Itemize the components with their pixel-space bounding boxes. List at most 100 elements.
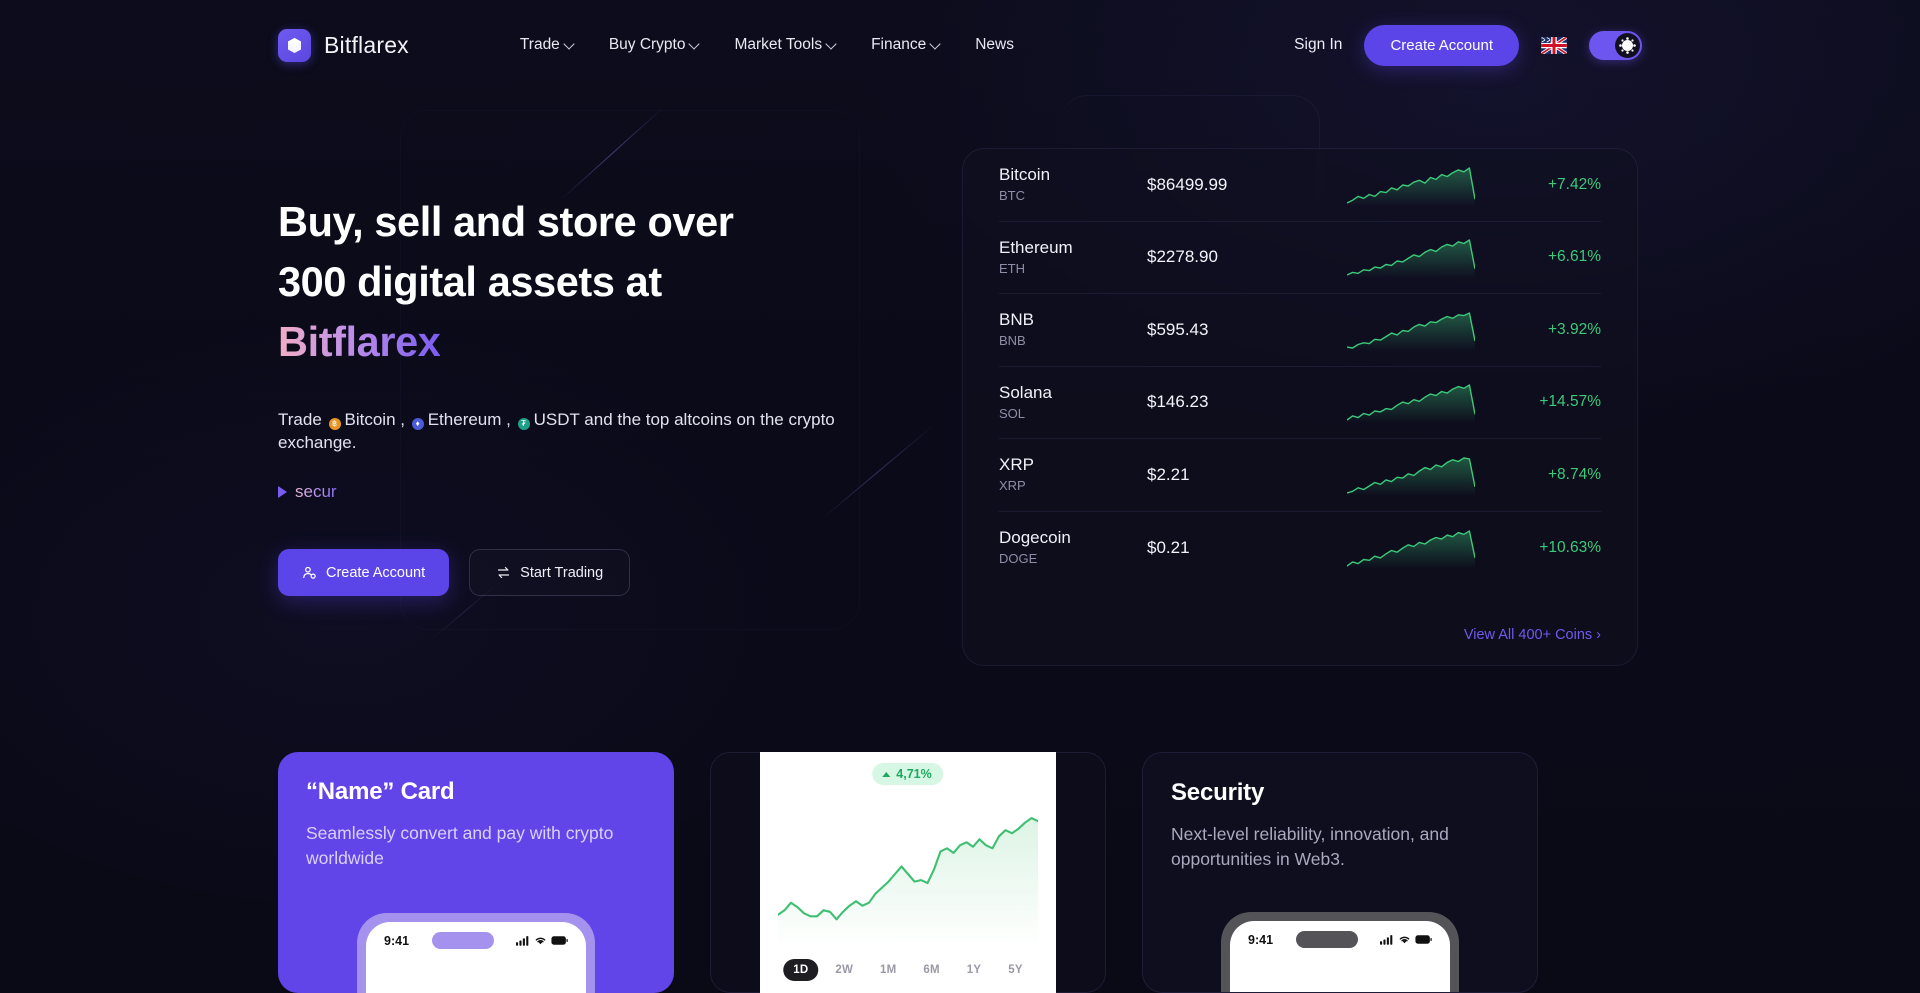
coin-row[interactable]: BNB BNB $595.43 +3.92%	[999, 294, 1601, 367]
site-header: Bitflarex Trade Buy Crypto Market Tools …	[0, 0, 1920, 90]
create-account-button[interactable]: Create Account	[1364, 24, 1519, 66]
coin-row[interactable]: Dogecoin DOGE $0.21 +10.63%	[999, 512, 1601, 585]
coin-sparkline	[1346, 381, 1476, 424]
coin-change: +8.74%	[1547, 465, 1601, 483]
name-card[interactable]: “Name” Card Seamlessly convert and pay w…	[278, 752, 674, 993]
uk-flag-icon[interactable]	[1541, 36, 1567, 54]
coin-identity: BNB BNB	[999, 309, 1147, 350]
hero-title-line2: 300 digital assets at	[278, 258, 662, 305]
phone-notch	[431, 932, 494, 949]
hero-title-line1: Buy, sell and store over	[278, 198, 734, 245]
security-card-desc: Next-level reliability, innovation, and …	[1171, 824, 1449, 869]
coin-price: $0.21	[1147, 537, 1190, 557]
nav-item-market-tools[interactable]: Market Tools	[734, 36, 836, 54]
hero-create-account-button[interactable]: Create Account	[278, 549, 450, 596]
chevron-down-icon	[827, 39, 836, 48]
coin-name: Dogecoin	[999, 528, 1071, 548]
chart-sheet-inner: 4,71% 1D 2W 1M 6M 1Y 5Y	[778, 752, 1038, 993]
header-actions: Sign In Create Account	[1294, 24, 1642, 66]
hero-subtitle: Trade ฿ Bitcoin , ♦ Ethereum , ₮ USDT and t…	[278, 408, 863, 454]
brand-name: Bitflarex	[324, 31, 409, 58]
ethereum-icon: ♦	[411, 418, 424, 430]
coin-identity: XRP XRP	[999, 454, 1147, 495]
hero-sub-sep2: ,	[501, 410, 516, 429]
coin-price: $595.43	[1147, 319, 1209, 339]
coin-row[interactable]: Bitcoin BTC $86499.99 +7.42%	[999, 149, 1601, 222]
coin-name: Ethereum	[999, 237, 1073, 257]
sparkline-chart	[1346, 239, 1476, 279]
chevron-down-icon	[931, 39, 940, 48]
cellular-signal-icon	[516, 936, 529, 946]
phone-status-icons	[516, 935, 568, 946]
secur-label: secur	[295, 482, 337, 501]
play-triangle-icon	[278, 486, 287, 498]
range-pill-6m[interactable]: 6M	[913, 959, 949, 981]
decor-streak-1	[559, 106, 665, 201]
secur-link[interactable]: secur	[278, 482, 337, 502]
start-trading-button[interactable]: Start Trading	[469, 549, 631, 596]
coin-row[interactable]: Ethereum ETH $2278.90 +6.61%	[999, 222, 1601, 294]
nav-label: Trade	[519, 36, 560, 53]
coin-identity: Solana SOL	[999, 382, 1147, 423]
coin-symbol: SOL	[999, 405, 1026, 421]
battery-icon	[1415, 935, 1432, 944]
coin-change: +3.92%	[1547, 320, 1601, 338]
phone-notch	[1295, 931, 1358, 948]
range-pill-5y[interactable]: 5Y	[998, 959, 1032, 981]
nav-label: News	[975, 36, 1014, 53]
cube-icon	[278, 28, 311, 62]
coin-name: BNB	[999, 310, 1034, 330]
chart-range-selector: 1D 2W 1M 6M 1Y 5Y	[783, 959, 1032, 981]
hero-sub-coin-ethereum: Ethereum	[427, 410, 502, 429]
coin-list: Bitcoin BTC $86499.99 +7.42% Ethereum ETH $227…	[999, 149, 1601, 584]
coin-price: $86499.99	[1147, 174, 1228, 194]
coin-price: $146.23	[1147, 392, 1209, 412]
sparkline-chart	[1346, 457, 1476, 496]
nav-item-buy-crypto[interactable]: Buy Crypto	[609, 36, 700, 54]
view-all-coins-link[interactable]: View All 400+ Coins ›	[1464, 627, 1601, 643]
brand-logo[interactable]: Bitflarex	[278, 28, 409, 62]
name-card-desc: Seamlessly convert and pay with crypto w…	[306, 823, 614, 868]
security-card[interactable]: Security Next-level reliability, innovat…	[1142, 752, 1538, 993]
sign-in-link[interactable]: Sign In	[1294, 36, 1342, 54]
nav-item-finance[interactable]: Finance	[871, 36, 940, 54]
bitcoin-icon: ฿	[328, 418, 341, 430]
coin-row[interactable]: XRP XRP $2.21 +8.74%	[999, 439, 1601, 512]
wifi-icon	[535, 937, 546, 945]
nav-label: Buy Crypto	[608, 36, 686, 53]
range-pill-1y[interactable]: 1Y	[957, 959, 991, 981]
hero-title-accent: Bitflarex	[278, 318, 441, 365]
coin-sparkline	[1346, 527, 1476, 569]
coin-sparkline	[1346, 454, 1476, 496]
coin-row[interactable]: Solana SOL $146.23 +14.57%	[999, 367, 1601, 439]
sparkline-chart	[1346, 167, 1476, 206]
coin-identity: Dogecoin DOGE	[999, 527, 1147, 568]
hero-sub-coin-usdt: USDT	[533, 410, 580, 429]
nav-item-trade[interactable]: Trade	[520, 36, 574, 54]
coin-sparkline	[1346, 164, 1476, 206]
chart-card[interactable]: 4,71% 1D 2W 1M 6M 1Y 5Y	[710, 752, 1106, 993]
coin-sparkline	[1346, 236, 1476, 279]
range-pill-1d[interactable]: 1D	[783, 959, 819, 981]
coin-symbol: XRP	[999, 478, 1026, 494]
coin-change: +10.63%	[1539, 538, 1601, 556]
main-nav: Trade Buy Crypto Market Tools Finance Ne…	[520, 36, 1014, 54]
coin-change: +7.42%	[1547, 175, 1601, 193]
sparkline-chart	[1346, 312, 1476, 351]
page-title: Buy, sell and store over 300 digital ass…	[278, 192, 838, 372]
chart-sheet-outer: 4,71% 1D 2W 1M 6M 1Y 5Y	[760, 752, 1056, 993]
phone-screen: 9:41	[1230, 921, 1450, 992]
chevron-down-icon	[690, 39, 699, 48]
hero-secondary-label: Start Trading	[520, 564, 604, 581]
nav-item-news[interactable]: News	[975, 36, 1014, 54]
range-pill-1m[interactable]: 1M	[870, 959, 906, 981]
battery-icon	[551, 936, 568, 945]
nav-label: Market Tools	[734, 36, 823, 53]
coin-price: $2.21	[1147, 464, 1190, 484]
coin-name: Bitcoin	[999, 165, 1051, 185]
phone-mockup-purple: 9:41	[357, 913, 595, 993]
theme-toggle[interactable]	[1589, 30, 1642, 60]
range-pill-2w[interactable]: 2W	[825, 959, 863, 981]
sparkline-chart	[1346, 384, 1476, 424]
hero-primary-label: Create Account	[326, 564, 426, 581]
